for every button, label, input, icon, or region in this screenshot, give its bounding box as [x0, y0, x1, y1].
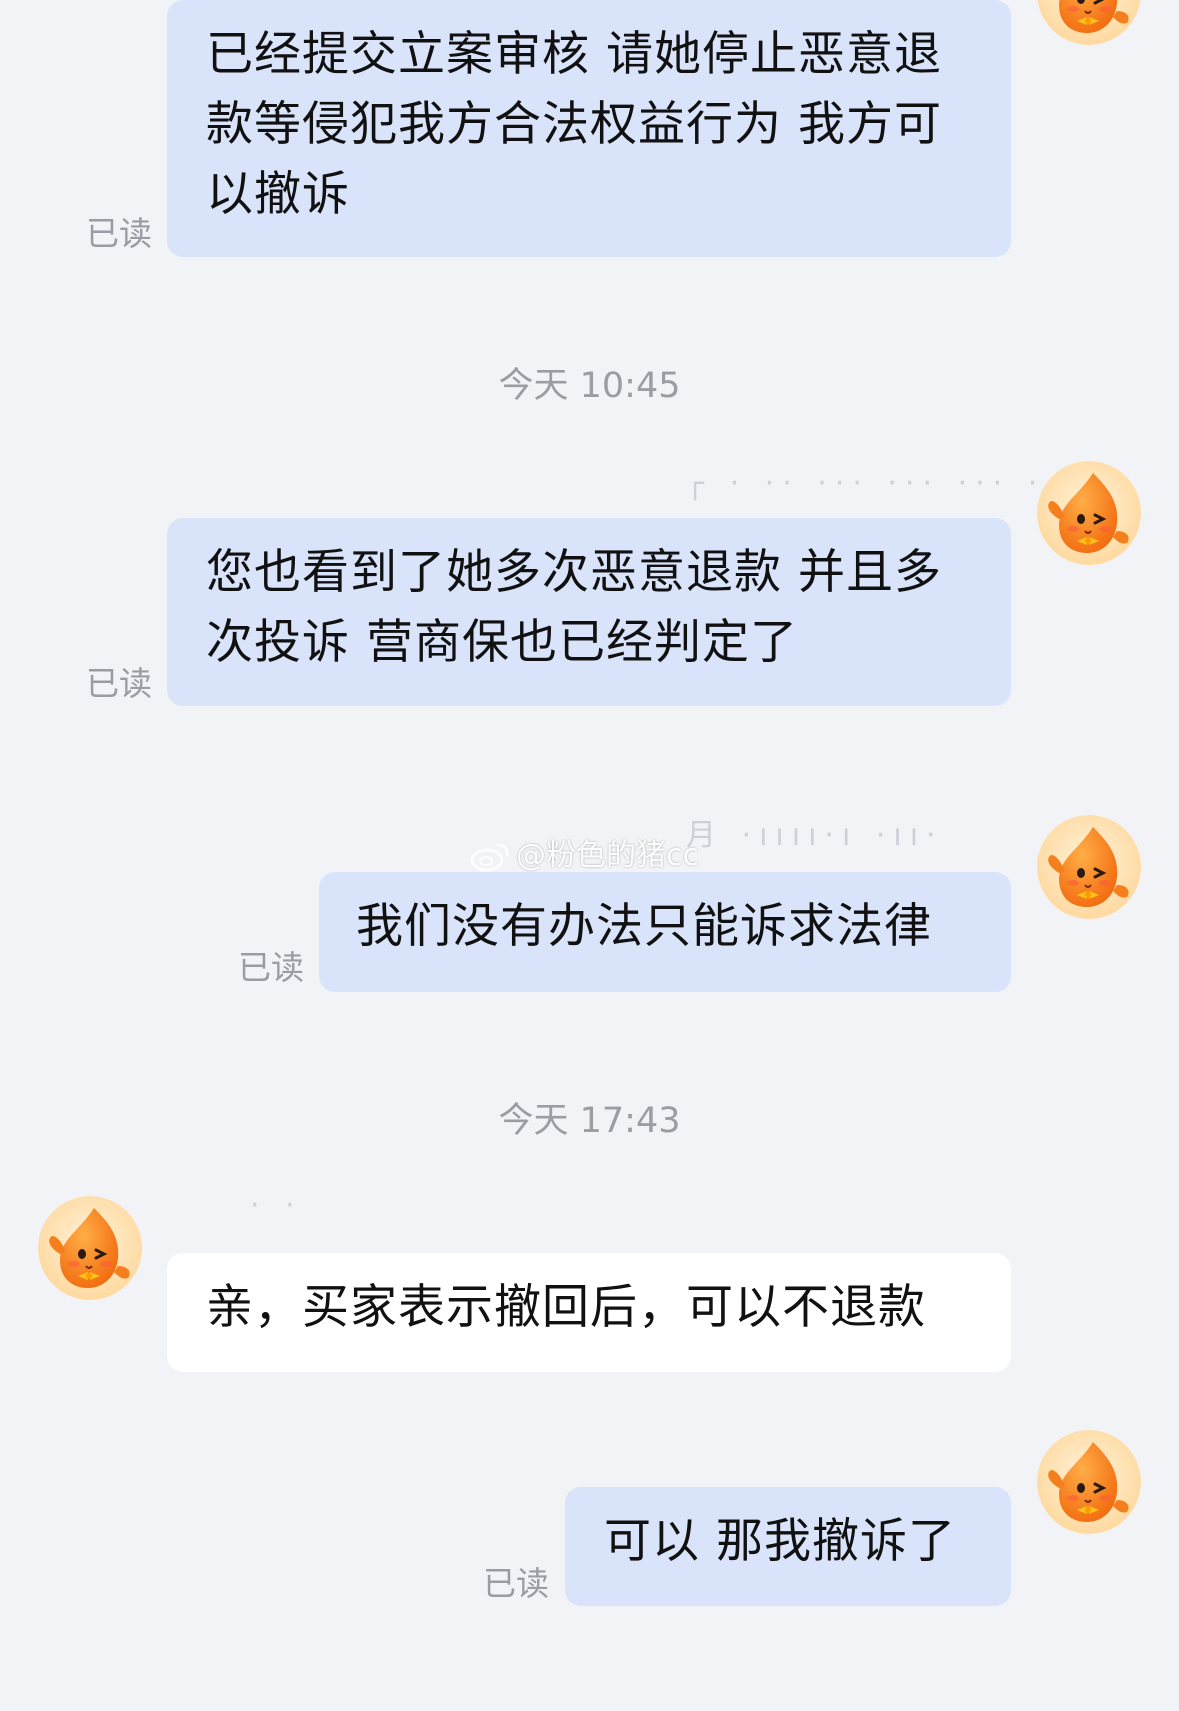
weibo-logo-icon [470, 843, 509, 872]
read-status: 已读 [86, 214, 152, 253]
mascot-avatar-icon [38, 1196, 142, 1300]
message-bubble-outgoing[interactable]: 我们没有办法只能诉求法律 [319, 872, 1011, 992]
read-status: 已读 [483, 1564, 549, 1603]
message-bubble-outgoing[interactable]: 可以 那我撤诉了 [565, 1487, 1011, 1606]
message-text: 可以 那我撤诉了 [604, 1514, 956, 1569]
message-bubble-outgoing[interactable]: 您也看到了她多次恶意退款 并且多次投诉 营商保也已经判定了 [167, 518, 1011, 706]
watermark: @粉色的猪cc [470, 836, 699, 876]
message-bubble-outgoing[interactable]: 已经提交立案审核 请她停止恶意退款等侵犯我方合法权益行为 我方可以撤诉 [167, 0, 1011, 257]
message-text: 亲，买家表示撤回后，可以不退款 [206, 1280, 926, 1335]
mascot-avatar-icon [1037, 0, 1141, 45]
sender-nickname-blurred: · · [250, 1188, 303, 1223]
my-avatar[interactable] [1037, 1430, 1141, 1534]
read-status: 已读 [86, 664, 152, 703]
my-avatar[interactable] [1037, 815, 1141, 919]
mascot-avatar-icon [1037, 1430, 1141, 1534]
my-avatar[interactable] [1037, 0, 1141, 45]
timestamp: 今天 17:43 [498, 1101, 681, 1141]
mascot-avatar-icon [1037, 461, 1141, 565]
message-text: 已经提交立案审核 请她停止恶意退款等侵犯我方合法权益行为 我方可以撤诉 [206, 27, 942, 222]
message-bubble-incoming[interactable]: 亲，买家表示撤回后，可以不退款 [167, 1253, 1011, 1372]
my-avatar[interactable] [1037, 461, 1141, 565]
read-status: 已读 [238, 948, 304, 987]
contact-avatar[interactable] [38, 1196, 142, 1300]
mascot-avatar-icon [1037, 815, 1141, 919]
message-text: 我们没有办法只能诉求法律 [356, 899, 932, 954]
timestamp: 今天 10:45 [498, 366, 681, 406]
watermark-text: @粉色的猪cc [516, 838, 699, 873]
sender-nickname-blurred: 月 ·ıııı·ı ·ıı· [686, 818, 944, 853]
message-text: 您也看到了她多次恶意退款 并且多次投诉 营商保也已经判定了 [206, 545, 942, 670]
